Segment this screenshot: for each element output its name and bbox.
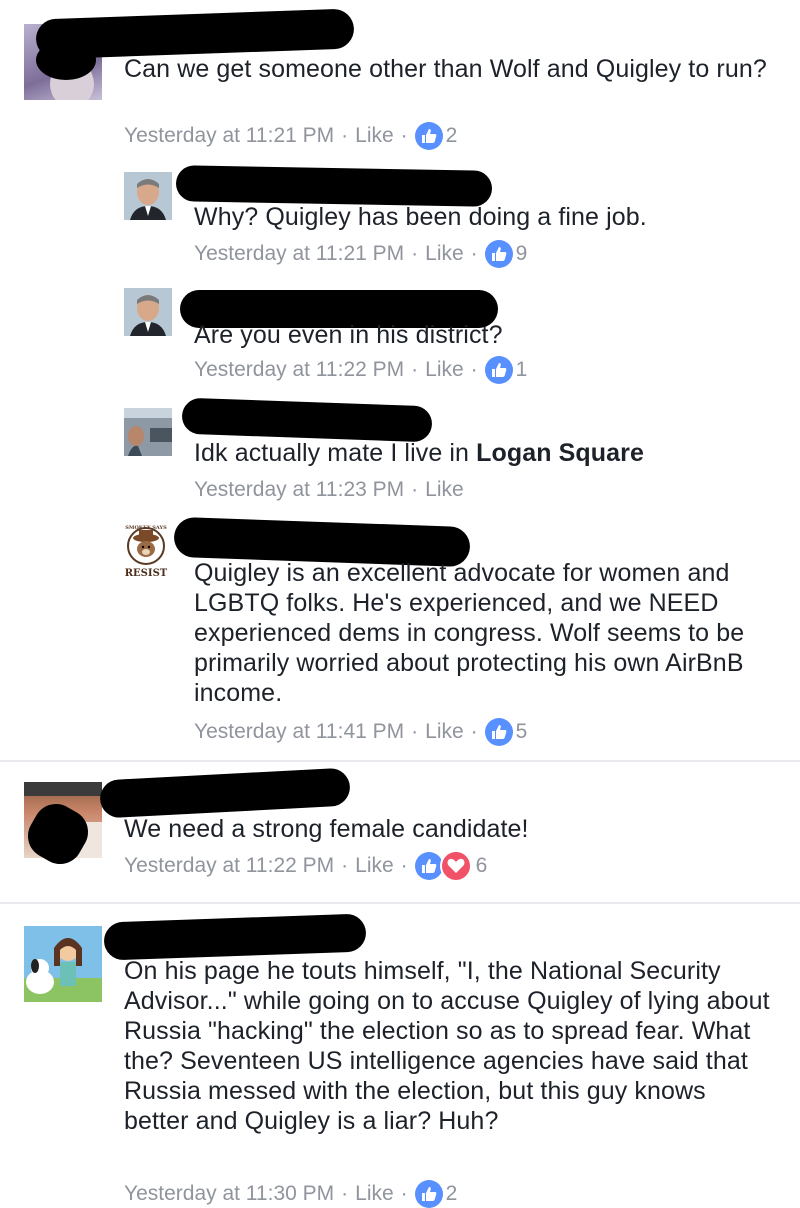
reaction-count[interactable]: 2 — [446, 1182, 458, 1206]
avatar[interactable] — [124, 288, 172, 336]
like-link[interactable]: Like — [355, 1182, 394, 1206]
like-reaction-icon[interactable] — [414, 122, 443, 150]
reply-1: Why? Quigley has been doing a fine job. … — [0, 160, 800, 276]
comment-text: Can we get someone other than Wolf and Q… — [124, 55, 767, 83]
comment-meta: Yesterday at 11:41 PM · Like · 5 — [194, 718, 527, 746]
timestamp[interactable]: Yesterday at 11:23 PM — [194, 478, 404, 502]
comment-meta: Yesterday at 11:30 PM · Like · 2 — [124, 1180, 457, 1208]
redacted-name — [36, 40, 96, 80]
comment-text: Are you even in his district? — [194, 321, 503, 349]
timestamp[interactable]: Yesterday at 11:41 PM — [194, 720, 404, 744]
like-link[interactable]: Like — [425, 720, 464, 744]
like-link[interactable]: Like — [355, 124, 394, 148]
comment-meta: Yesterday at 11:21 PM · Like · 2 — [124, 122, 457, 150]
avatar[interactable]: SMOKEY SAYS RESIST — [120, 524, 172, 580]
timestamp[interactable]: Yesterday at 11:22 PM — [194, 358, 404, 382]
like-link[interactable]: Like — [355, 854, 394, 878]
reaction-count[interactable]: 5 — [516, 720, 528, 744]
reply-3: Idk actually mate I live in Logan Square… — [0, 394, 800, 512]
like-reaction-icon[interactable] — [414, 1180, 443, 1208]
comment-text: Quigley is an excellent advocate for wom… — [194, 559, 745, 707]
reaction-count[interactable]: 2 — [446, 124, 458, 148]
comment-3: On his page he touts himself, "I, the Na… — [0, 904, 800, 1208]
redacted-name — [103, 913, 367, 961]
timestamp[interactable]: Yesterday at 11:21 PM — [124, 124, 334, 148]
like-link[interactable]: Like — [425, 358, 464, 382]
love-reaction-icon[interactable] — [439, 850, 472, 882]
redacted-name — [181, 397, 433, 443]
comment-1: Can we get someone other than Wolf and Q… — [0, 0, 800, 160]
comment-2: We need a strong female candidate! Yeste… — [0, 762, 800, 902]
comment-text-prefix: Idk actually mate I live in — [194, 439, 477, 467]
reaction-count[interactable]: 6 — [476, 854, 488, 878]
avatar-caption-bottom: RESIST — [124, 568, 168, 579]
reply-2: Are you even in his district? Yesterday … — [0, 276, 800, 394]
like-reaction-icon[interactable] — [484, 240, 513, 268]
reaction-count[interactable]: 9 — [516, 242, 528, 266]
timestamp[interactable]: Yesterday at 11:30 PM — [124, 1182, 334, 1206]
avatar[interactable] — [24, 926, 102, 1002]
reply-4: SMOKEY SAYS RESIST Quigley is an excelle… — [0, 512, 800, 752]
like-reaction-icon[interactable] — [484, 356, 513, 384]
redacted-name — [99, 767, 351, 819]
like-reaction-icon[interactable] — [484, 718, 513, 746]
comment-text: We need a strong female candidate! — [124, 815, 529, 843]
comment-meta: Yesterday at 11:22 PM · Like · 6 — [124, 850, 487, 882]
comment-text: Idk actually mate I live in Logan Square — [194, 438, 784, 468]
avatar[interactable] — [124, 408, 172, 456]
reaction-count[interactable]: 1 — [516, 358, 528, 382]
comment-meta: Yesterday at 11:21 PM · Like · 9 — [194, 240, 527, 268]
timestamp[interactable]: Yesterday at 11:21 PM — [194, 242, 404, 266]
like-link[interactable]: Like — [425, 242, 464, 266]
comment-text: On his page he touts himself, "I, the Na… — [124, 957, 770, 1135]
comment-meta: Yesterday at 11:22 PM · Like · 1 — [194, 356, 527, 384]
comment-meta: Yesterday at 11:23 PM · Like — [194, 478, 464, 502]
tagged-location-link[interactable]: Logan Square — [476, 439, 644, 467]
timestamp[interactable]: Yesterday at 11:22 PM — [124, 854, 334, 878]
like-link[interactable]: Like — [425, 478, 464, 502]
like-reaction-icon[interactable] — [414, 852, 443, 880]
redacted-name — [175, 165, 493, 207]
avatar[interactable] — [124, 172, 172, 220]
avatar-caption-top: SMOKEY SAYS — [125, 525, 167, 531]
comment-text: Why? Quigley has been doing a fine job. — [194, 203, 647, 231]
